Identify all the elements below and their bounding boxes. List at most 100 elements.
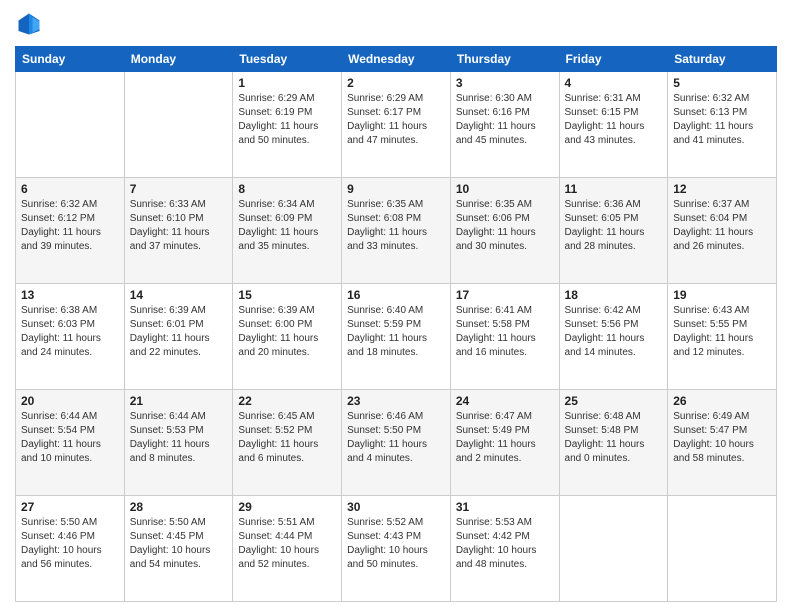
day-number: 23 — [347, 394, 445, 408]
day-cell: 29 Sunrise: 5:51 AMSunset: 4:44 PMDayligh… — [233, 496, 342, 602]
day-cell: 13 Sunrise: 6:38 AMSunset: 6:03 PMDayligh… — [16, 284, 125, 390]
day-cell: 14Sunrise: 6:39 AMSunset: 6:01 PMDayligh… — [124, 284, 233, 390]
day-number: 14 — [130, 288, 228, 302]
day-cell: 15 Sunrise: 6:39 AMSunset: 6:00 PMDayligh… — [233, 284, 342, 390]
day-info: Sunrise: 6:42 AMSunset: 5:56 PMDaylight:… — [565, 304, 663, 360]
day-cell — [559, 496, 668, 602]
week-row-4: 20 Sunrise: 6:44 AMSunset: 5:54 PMDayligh… — [16, 390, 777, 496]
day-number: 15 — [238, 288, 336, 302]
day-cell: 26 Sunrise: 6:49 AMSunset: 5:47 PMDayligh… — [668, 390, 777, 496]
day-cell — [124, 72, 233, 178]
day-info: Sunrise: 6:30 AMSunset: 6:16 PMDaylight:… — [456, 92, 554, 148]
day-info: Sunrise: 6:32 AMSunset: 6:12 PMDaylight:… — [21, 198, 119, 254]
weekday-saturday: Saturday — [668, 47, 777, 72]
day-info: Sunrise: 6:43 AMSunset: 5:55 PMDaylight:… — [673, 304, 771, 360]
day-number: 7 — [130, 182, 228, 196]
day-info: Sunrise: 6:49 AMSunset: 5:47 PMDaylight:… — [673, 410, 771, 466]
day-cell: 1 Sunrise: 6:29 AMSunset: 6:19 PMDaylight… — [233, 72, 342, 178]
day-cell: 2 Sunrise: 6:29 AMSunset: 6:17 PMDaylight… — [342, 72, 451, 178]
day-number: 16 — [347, 288, 445, 302]
day-cell: 11 Sunrise: 6:36 AMSunset: 6:05 PMDayligh… — [559, 178, 668, 284]
day-number: 11 — [565, 182, 663, 196]
day-number: 3 — [456, 76, 554, 90]
day-info: Sunrise: 6:31 AMSunset: 6:15 PMDaylight:… — [565, 92, 663, 148]
day-cell: 28 Sunrise: 5:50 AMSunset: 4:45 PMDayligh… — [124, 496, 233, 602]
day-info: Sunrise: 6:46 AMSunset: 5:50 PMDaylight:… — [347, 410, 445, 466]
day-cell: 10 Sunrise: 6:35 AMSunset: 6:06 PMDayligh… — [450, 178, 559, 284]
day-number: 2 — [347, 76, 445, 90]
day-info: Sunrise: 6:37 AMSunset: 6:04 PMDaylight:… — [673, 198, 771, 254]
day-number: 20 — [21, 394, 119, 408]
day-info: Sunrise: 6:41 AMSunset: 5:58 PMDaylight:… — [456, 304, 554, 360]
day-number: 1 — [238, 76, 336, 90]
day-cell: 25 Sunrise: 6:48 AMSunset: 5:48 PMDayligh… — [559, 390, 668, 496]
day-number: 4 — [565, 76, 663, 90]
day-cell: 3 Sunrise: 6:30 AMSunset: 6:16 PMDaylight… — [450, 72, 559, 178]
day-number: 17 — [456, 288, 554, 302]
day-info: Sunrise: 6:47 AMSunset: 5:49 PMDaylight:… — [456, 410, 554, 466]
day-cell: 21Sunrise: 6:44 AMSunset: 5:53 PMDayligh… — [124, 390, 233, 496]
header — [15, 10, 777, 38]
calendar: SundayMondayTuesdayWednesdayThursdayFrid… — [15, 46, 777, 602]
day-cell: 4 Sunrise: 6:31 AMSunset: 6:15 PMDaylight… — [559, 72, 668, 178]
day-info: Sunrise: 6:40 AMSunset: 5:59 PMDaylight:… — [347, 304, 445, 360]
day-info: Sunrise: 5:53 AMSunset: 4:42 PMDaylight:… — [456, 516, 554, 572]
day-number: 6 — [21, 182, 119, 196]
logo-icon — [15, 10, 43, 38]
week-row-3: 13 Sunrise: 6:38 AMSunset: 6:03 PMDayligh… — [16, 284, 777, 390]
day-info: Sunrise: 5:52 AMSunset: 4:43 PMDaylight:… — [347, 516, 445, 572]
day-cell: 9Sunrise: 6:35 AMSunset: 6:08 PMDaylight… — [342, 178, 451, 284]
weekday-wednesday: Wednesday — [342, 47, 451, 72]
day-info: Sunrise: 6:36 AMSunset: 6:05 PMDaylight:… — [565, 198, 663, 254]
day-info: Sunrise: 6:34 AMSunset: 6:09 PMDaylight:… — [238, 198, 336, 254]
day-number: 18 — [565, 288, 663, 302]
day-number: 13 — [21, 288, 119, 302]
week-row-2: 6 Sunrise: 6:32 AMSunset: 6:12 PMDaylight… — [16, 178, 777, 284]
day-number: 25 — [565, 394, 663, 408]
day-number: 8 — [238, 182, 336, 196]
day-cell: 31 Sunrise: 5:53 AMSunset: 4:42 PMDayligh… — [450, 496, 559, 602]
day-number: 31 — [456, 500, 554, 514]
day-cell — [16, 72, 125, 178]
day-info: Sunrise: 6:29 AMSunset: 6:17 PMDaylight:… — [347, 92, 445, 148]
logo — [15, 10, 47, 38]
day-number: 30 — [347, 500, 445, 514]
day-number: 28 — [130, 500, 228, 514]
day-number: 12 — [673, 182, 771, 196]
weekday-thursday: Thursday — [450, 47, 559, 72]
day-info: Sunrise: 6:29 AMSunset: 6:19 PMDaylight:… — [238, 92, 336, 148]
day-cell: 23 Sunrise: 6:46 AMSunset: 5:50 PMDayligh… — [342, 390, 451, 496]
page: SundayMondayTuesdayWednesdayThursdayFrid… — [0, 0, 792, 612]
day-info: Sunrise: 6:44 AMSunset: 5:54 PMDaylight:… — [21, 410, 119, 466]
day-cell: 16 Sunrise: 6:40 AMSunset: 5:59 PMDayligh… — [342, 284, 451, 390]
day-number: 22 — [238, 394, 336, 408]
day-info: Sunrise: 6:38 AMSunset: 6:03 PMDaylight:… — [21, 304, 119, 360]
week-row-5: 27Sunrise: 5:50 AMSunset: 4:46 PMDayligh… — [16, 496, 777, 602]
day-cell: 7 Sunrise: 6:33 AMSunset: 6:10 PMDaylight… — [124, 178, 233, 284]
day-info: Sunrise: 6:33 AMSunset: 6:10 PMDaylight:… — [130, 198, 228, 254]
day-info: Sunrise: 6:32 AMSunset: 6:13 PMDaylight:… — [673, 92, 771, 148]
day-cell: 30 Sunrise: 5:52 AMSunset: 4:43 PMDayligh… — [342, 496, 451, 602]
day-cell: 8 Sunrise: 6:34 AMSunset: 6:09 PMDaylight… — [233, 178, 342, 284]
week-row-1: 1 Sunrise: 6:29 AMSunset: 6:19 PMDaylight… — [16, 72, 777, 178]
day-number: 10 — [456, 182, 554, 196]
day-info: Sunrise: 6:44 AMSunset: 5:53 PMDaylight:… — [130, 410, 228, 466]
day-info: Sunrise: 6:35 AMSunset: 6:06 PMDaylight:… — [456, 198, 554, 254]
day-info: Sunrise: 6:45 AMSunset: 5:52 PMDaylight:… — [238, 410, 336, 466]
day-number: 29 — [238, 500, 336, 514]
weekday-header-row: SundayMondayTuesdayWednesdayThursdayFrid… — [16, 47, 777, 72]
day-cell: 24Sunrise: 6:47 AMSunset: 5:49 PMDayligh… — [450, 390, 559, 496]
day-info: Sunrise: 6:39 AMSunset: 6:00 PMDaylight:… — [238, 304, 336, 360]
day-info: Sunrise: 6:35 AMSunset: 6:08 PMDaylight:… — [347, 198, 445, 254]
day-info: Sunrise: 5:50 AMSunset: 4:45 PMDaylight:… — [130, 516, 228, 572]
day-info: Sunrise: 6:48 AMSunset: 5:48 PMDaylight:… — [565, 410, 663, 466]
day-info: Sunrise: 5:51 AMSunset: 4:44 PMDaylight:… — [238, 516, 336, 572]
day-cell — [668, 496, 777, 602]
weekday-tuesday: Tuesday — [233, 47, 342, 72]
day-number: 5 — [673, 76, 771, 90]
weekday-sunday: Sunday — [16, 47, 125, 72]
day-cell: 19Sunrise: 6:43 AMSunset: 5:55 PMDayligh… — [668, 284, 777, 390]
day-number: 27 — [21, 500, 119, 514]
day-number: 26 — [673, 394, 771, 408]
day-cell: 27Sunrise: 5:50 AMSunset: 4:46 PMDayligh… — [16, 496, 125, 602]
